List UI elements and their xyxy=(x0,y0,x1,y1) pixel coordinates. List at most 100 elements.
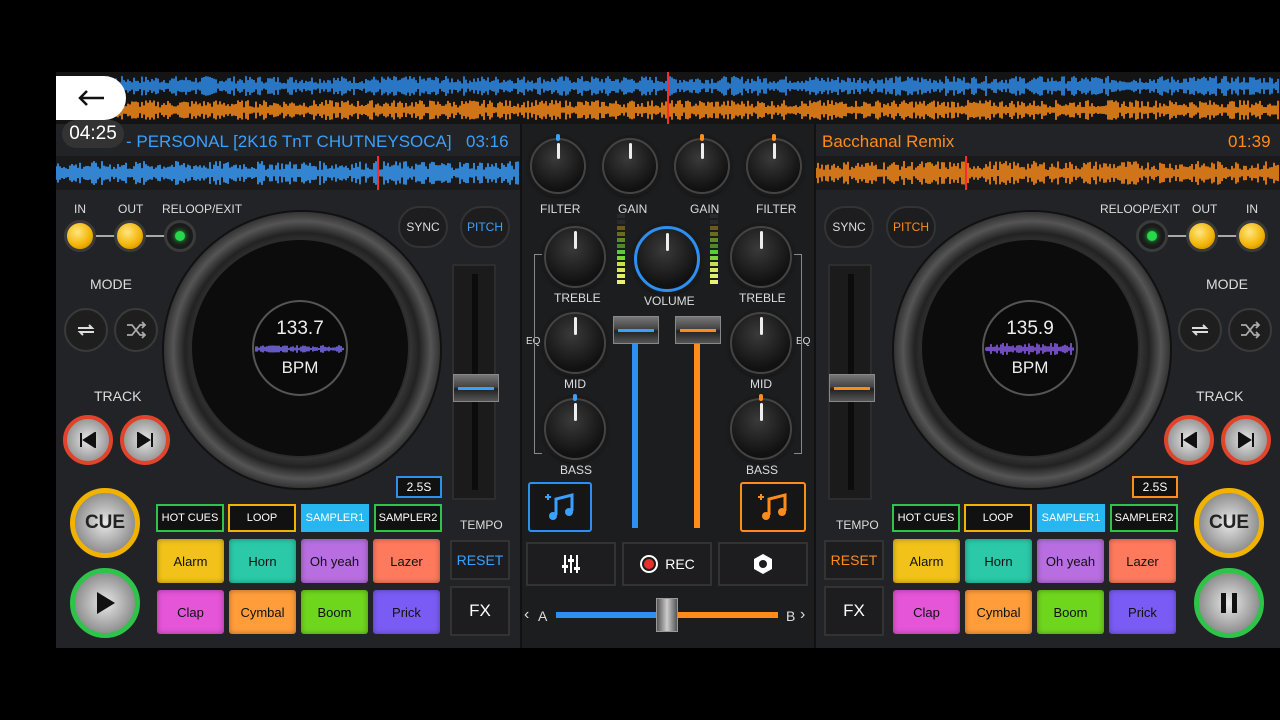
right-pad-oh-yeah[interactable]: Oh yeah xyxy=(1037,539,1104,583)
right-tab-loop[interactable]: LOOP xyxy=(964,504,1032,532)
right-pad-horn[interactable]: Horn xyxy=(965,539,1032,583)
left-channel-fader[interactable] xyxy=(612,316,660,532)
left-loop-mode-button[interactable] xyxy=(64,308,108,352)
left-loop-out-button[interactable] xyxy=(114,220,146,252)
left-tab-sampler1[interactable]: SAMPLER1 xyxy=(301,504,369,532)
right-out-in-connector xyxy=(1218,235,1238,237)
right-tempo-label: TEMPO xyxy=(836,518,879,532)
left-reloop-button[interactable] xyxy=(164,220,196,252)
right-pad-cymbal[interactable]: Cymbal xyxy=(965,590,1032,634)
master-volume-knob[interactable] xyxy=(634,226,700,292)
back-button[interactable] xyxy=(56,76,126,120)
right-track-waveform[interactable] xyxy=(816,156,1280,190)
left-loop-in-button[interactable] xyxy=(64,220,96,252)
right-pitch-button[interactable]: PITCH xyxy=(886,206,936,248)
right-cue-button[interactable]: CUE xyxy=(1194,488,1264,558)
right-reloop-out-connector xyxy=(1168,235,1188,237)
right-channel-fader-cap[interactable] xyxy=(675,316,721,344)
right-tab-sampler2[interactable]: SAMPLER2 xyxy=(1110,504,1178,532)
right-pause-button[interactable] xyxy=(1194,568,1264,638)
left-pad-boom[interactable]: Boom xyxy=(301,590,368,634)
left-tab-hot-cues[interactable]: HOT CUES xyxy=(156,504,224,532)
crossfader-cap[interactable] xyxy=(656,598,678,632)
left-pad-clap[interactable]: Clap xyxy=(157,590,224,634)
left-treble-knob[interactable] xyxy=(544,226,606,288)
right-fx-button[interactable]: FX xyxy=(824,586,884,636)
right-loop-in-button[interactable] xyxy=(1236,220,1268,252)
left-tempo-fader[interactable] xyxy=(452,264,499,500)
right-mid-label: MID xyxy=(750,377,772,391)
right-mid-knob[interactable] xyxy=(730,312,792,374)
left-pad-lazer[interactable]: Lazer xyxy=(373,539,440,583)
right-jog-wheel[interactable]: 135.9 BPM xyxy=(894,212,1170,488)
left-bass-label: BASS xyxy=(560,463,593,477)
mixer-settings-button[interactable] xyxy=(526,542,616,586)
left-tab-loop[interactable]: LOOP xyxy=(228,504,296,532)
vu-segment xyxy=(617,226,625,230)
left-track-title: - PERSONAL [2K16 TnT CHUTNEYSOCA] xyxy=(126,132,452,151)
add-music-icon xyxy=(545,493,574,520)
right-reloop-label: RELOOP/EXIT xyxy=(1100,202,1181,216)
right-channel-cap-line xyxy=(680,329,716,332)
left-range-button[interactable]: 2.5S xyxy=(396,476,442,498)
left-filter-knob[interactable] xyxy=(530,134,586,194)
left-pad-oh-yeah[interactable]: Oh yeah xyxy=(301,539,368,583)
left-pad-cymbal[interactable]: Cymbal xyxy=(229,590,296,634)
left-bass-knob[interactable] xyxy=(544,394,606,460)
right-loop-out-button[interactable] xyxy=(1186,220,1218,252)
right-filter-knob[interactable] xyxy=(746,134,802,194)
left-jog-wheel[interactable]: 133.7 BPM xyxy=(164,212,440,488)
right-reset-button[interactable]: RESET xyxy=(824,540,884,580)
left-treble-label: TREBLE xyxy=(554,291,601,305)
right-tab-sampler1[interactable]: SAMPLER1 xyxy=(1037,504,1105,532)
right-prev-track-button[interactable] xyxy=(1164,415,1214,465)
right-add-music-button[interactable] xyxy=(740,482,806,532)
right-pad-prick[interactable]: Prick xyxy=(1109,590,1176,634)
right-next-track-button[interactable] xyxy=(1221,415,1271,465)
crossfader-a-label: A xyxy=(538,608,548,624)
left-tab-sampler2[interactable]: SAMPLER2 xyxy=(374,504,442,532)
left-channel-fader-cap[interactable] xyxy=(613,316,659,344)
left-shuffle-button[interactable] xyxy=(114,308,158,352)
left-next-track-button[interactable] xyxy=(120,415,170,465)
left-pad-prick[interactable]: Prick xyxy=(373,590,440,634)
right-sync-button[interactable]: SYNC xyxy=(824,206,874,248)
record-button[interactable]: REC xyxy=(622,542,712,586)
add-music-icon xyxy=(758,493,787,520)
left-track-waveform[interactable] xyxy=(56,156,520,190)
right-gain-knob[interactable] xyxy=(674,134,730,194)
right-pad-lazer[interactable]: Lazer xyxy=(1109,539,1176,583)
vu-segment xyxy=(710,262,718,266)
left-add-music-button[interactable] xyxy=(528,482,592,532)
right-tab-hot-cues[interactable]: HOT CUES xyxy=(892,504,960,532)
left-prev-track-button[interactable] xyxy=(63,415,113,465)
right-bass-knob[interactable] xyxy=(730,394,792,460)
left-play-button[interactable] xyxy=(70,568,140,638)
right-shuffle-button[interactable] xyxy=(1228,308,1272,352)
right-pad-boom[interactable]: Boom xyxy=(1037,590,1104,634)
right-tempo-fader[interactable] xyxy=(828,264,875,500)
right-range-button[interactable]: 2.5S xyxy=(1132,476,1178,498)
left-reset-button[interactable]: RESET xyxy=(450,540,510,580)
crossfader[interactable] xyxy=(556,598,778,632)
right-vu-meter xyxy=(710,214,718,286)
right-reloop-button[interactable] xyxy=(1136,220,1168,252)
left-sync-button[interactable]: SYNC xyxy=(398,206,448,248)
left-pad-alarm[interactable]: Alarm xyxy=(157,539,224,583)
shuffle-icon xyxy=(127,321,147,339)
left-pad-horn[interactable]: Horn xyxy=(229,539,296,583)
right-pad-clap[interactable]: Clap xyxy=(893,590,960,634)
right-pad-alarm[interactable]: Alarm xyxy=(893,539,960,583)
left-pitch-button[interactable]: PITCH xyxy=(460,206,510,248)
right-loop-mode-button[interactable] xyxy=(1178,308,1222,352)
overview-waveform[interactable] xyxy=(56,72,1280,124)
left-tempo-cap[interactable] xyxy=(453,374,499,402)
left-cue-button[interactable]: CUE xyxy=(70,488,140,558)
right-treble-knob[interactable] xyxy=(730,226,792,288)
left-mid-knob[interactable] xyxy=(544,312,606,374)
right-tempo-cap[interactable] xyxy=(829,374,875,402)
left-gain-knob[interactable] xyxy=(602,138,658,194)
right-channel-fader[interactable] xyxy=(674,316,722,532)
mixer-options-button[interactable] xyxy=(718,542,808,586)
left-fx-button[interactable]: FX xyxy=(450,586,510,636)
